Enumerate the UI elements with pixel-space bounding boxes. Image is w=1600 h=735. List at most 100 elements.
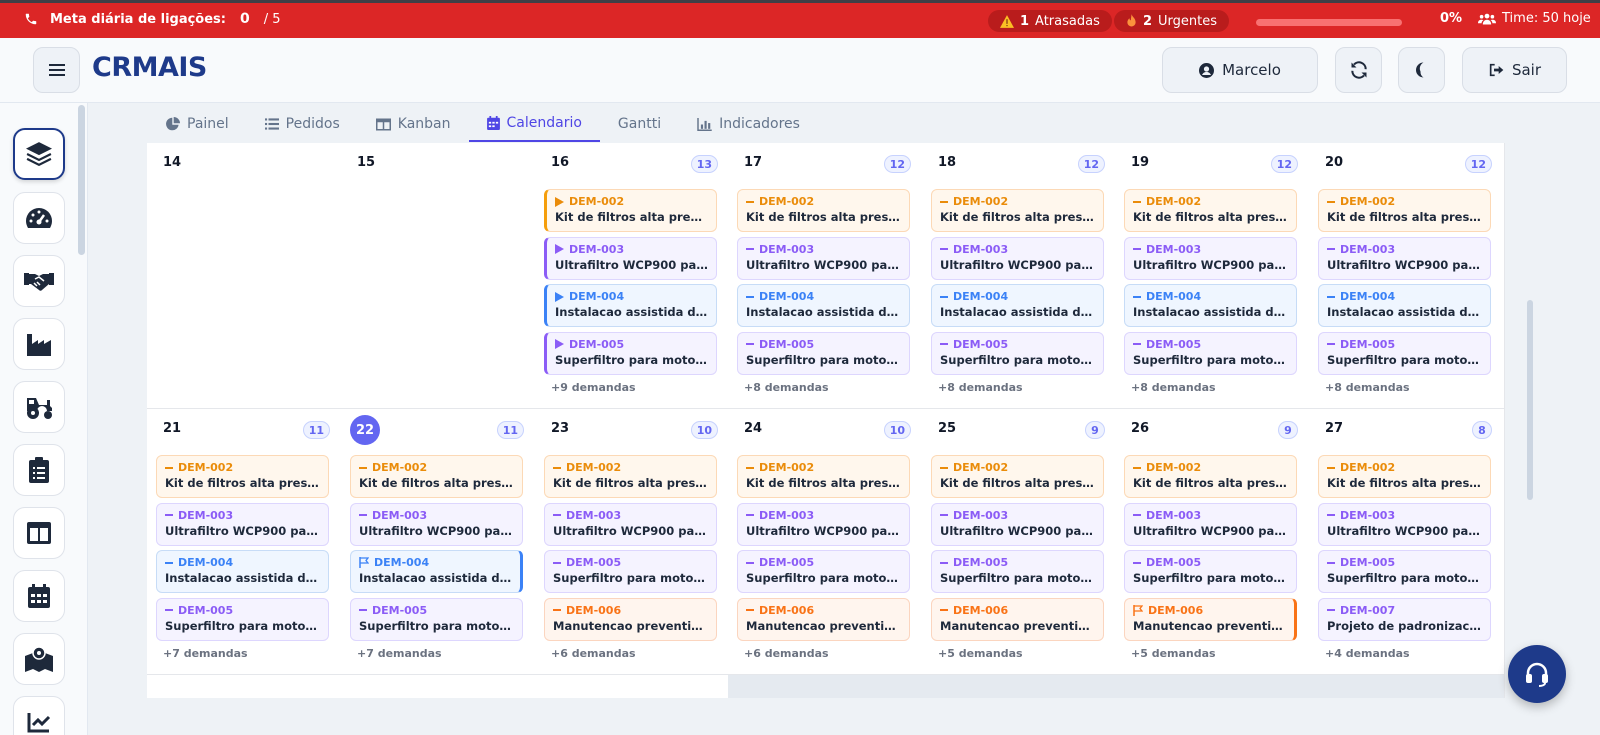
event-card[interactable]: DEM-006Manutencao preventiva em equipame… [737,597,910,641]
more-demands-link[interactable]: +7 demandas [357,647,442,660]
more-demands-link[interactable]: +7 demandas [163,647,248,660]
more-demands-link[interactable]: +5 demandas [938,647,1023,660]
event-card[interactable]: DEM-002 Kit de filtros alta pressao para … [156,455,329,498]
event-card[interactable]: DEM-002 Kit de filtros alta pressao para … [1318,189,1491,232]
sidebar-item-reports[interactable] [13,696,65,735]
calendar-day-cell[interactable]: 22 11 DEM-002 Kit de filtros alta pressao p… [341,409,537,675]
more-demands-link[interactable]: +8 demandas [744,381,829,394]
sidebar-item-calendar[interactable] [13,570,65,622]
event-card[interactable]: DEM-005Superfiltro para motores agricola… [1318,331,1491,375]
main-scrollbar[interactable] [1527,300,1533,500]
event-card[interactable]: DEM-005Superfiltro para motores agricola… [931,331,1104,375]
event-card[interactable]: DEM-003Ultrafiltro WCP900 para linha agr… [737,236,910,280]
event-card[interactable]: DEM-005Superfiltro para motores agricola… [544,331,717,375]
calendar-day-cell[interactable]: 14 [147,143,343,409]
urgent-badge[interactable]: 2 Urgentes [1114,10,1230,32]
logout-button[interactable]: Sair [1462,47,1567,93]
menu-toggle-button[interactable] [33,47,80,93]
event-card[interactable]: DEM-003Ultrafiltro WCP900 para linha agr… [544,502,717,546]
calendar-day-cell[interactable] [728,675,924,698]
event-card[interactable]: DEM-006Manutencao preventiva em equipame… [1124,597,1297,641]
sidebar-item-factory[interactable] [13,318,65,370]
calendar-day-cell[interactable] [535,675,731,698]
event-card[interactable]: DEM-003Ultrafiltro WCP900 para linha agr… [156,502,329,546]
tab-calendario[interactable]: Calendario [468,106,600,142]
calendar-day-cell[interactable]: 23 10 DEM-002 Kit de filtros alta pressao p… [535,409,731,675]
sidebar-scrollbar[interactable] [78,105,85,255]
calendar-day-cell[interactable]: 27 8 DEM-002 Kit de filtros alta pressao pa… [1309,409,1505,675]
event-card[interactable]: DEM-003Ultrafiltro WCP900 para linha agr… [931,502,1104,546]
tab-kanban[interactable]: Kanban [358,106,469,142]
event-card[interactable]: DEM-002 Kit de filtros alta pressao para … [737,189,910,232]
sidebar-item-layers[interactable] [13,128,65,180]
event-card[interactable]: DEM-004 Instalacao assistida de sistema [1124,284,1297,327]
more-demands-link[interactable]: +4 demandas [1325,647,1410,660]
more-demands-link[interactable]: +6 demandas [744,647,829,660]
sidebar-item-deals[interactable] [13,255,65,307]
event-card[interactable]: DEM-003Ultrafiltro WCP900 para linha agr… [737,502,910,546]
event-card[interactable]: DEM-005Superfiltro para motores agricola… [156,597,329,641]
sidebar-item-kanban[interactable] [13,507,65,559]
event-card[interactable]: DEM-004 Instalacao assistida de sistema [737,284,910,327]
event-card[interactable]: DEM-005Superfiltro para motores agricola… [1124,331,1297,375]
event-card[interactable]: DEM-003Ultrafiltro WCP900 para linha agr… [350,502,523,546]
calendar-day-cell[interactable]: 19 12 DEM-002 Kit de filtros alta pressao p… [1115,143,1311,409]
event-card[interactable]: DEM-006Manutencao preventiva em equipame… [931,597,1104,641]
support-chat-button[interactable] [1508,645,1566,703]
event-card[interactable]: DEM-004 Instalacao assistida de sistema [156,550,329,593]
refresh-button[interactable] [1335,47,1382,93]
event-card[interactable]: DEM-002 Kit de filtros alta pressao para … [544,455,717,498]
event-card[interactable]: DEM-002 Kit de filtros alta pressao para … [350,455,523,498]
more-demands-link[interactable]: +8 demandas [1131,381,1216,394]
event-card[interactable]: DEM-005Superfiltro para motores agricola… [1318,550,1491,593]
more-demands-link[interactable]: +8 demandas [938,381,1023,394]
event-card[interactable]: DEM-006Manutencao preventiva em equipame… [544,597,717,641]
calendar-day-cell[interactable]: 24 10 DEM-002 Kit de filtros alta pressao p… [728,409,924,675]
sidebar-item-map[interactable] [13,633,65,685]
event-card[interactable]: DEM-002 Kit de filtros alta pressao para … [1124,189,1297,232]
event-card[interactable]: DEM-002 Kit de filtros alta pressao para … [1318,455,1491,498]
event-card[interactable]: DEM-002 Kit de filtros alta pressao para … [1124,455,1297,498]
tab-indicadores[interactable]: Indicadores [679,106,818,142]
calendar-day-cell[interactable]: 15 [341,143,537,409]
calendar-day-cell[interactable] [922,675,1118,698]
more-demands-link[interactable]: +9 demandas [551,381,636,394]
event-card[interactable]: DEM-005Superfiltro para motores agricola… [737,550,910,593]
user-button[interactable]: Marcelo [1162,47,1318,93]
calendar-day-cell[interactable]: 20 12 DEM-002 Kit de filtros alta pressao p… [1309,143,1505,409]
calendar-day-cell[interactable]: 26 9 DEM-002 Kit de filtros alta pressao pa… [1115,409,1311,675]
calendar-day-cell[interactable]: 25 9 DEM-002 Kit de filtros alta pressao pa… [922,409,1118,675]
more-demands-link[interactable]: +6 demandas [551,647,636,660]
event-card[interactable]: DEM-003Ultrafiltro WCP900 para linha agr… [931,236,1104,280]
event-card[interactable]: DEM-005Superfiltro para motores agricola… [1124,550,1297,593]
event-card[interactable]: DEM-002 Kit de filtros alta pressao para … [544,189,717,232]
event-card[interactable]: DEM-002 Kit de filtros alta pressao para … [931,189,1104,232]
sidebar-item-dashboard[interactable] [13,192,65,244]
event-card[interactable]: DEM-002 Kit de filtros alta pressao para … [931,455,1104,498]
event-card[interactable]: DEM-004 Instalacao assistida de sistema [544,284,717,327]
late-badge[interactable]: 1 Atrasadas [988,10,1112,32]
tab-gantti[interactable]: Gantti [600,106,679,142]
tab-pedidos[interactable]: Pedidos [247,106,358,142]
calendar-day-cell[interactable]: 21 11 DEM-002 Kit de filtros alta pressao p… [147,409,343,675]
event-card[interactable]: DEM-003Ultrafiltro WCP900 para linha agr… [1124,236,1297,280]
event-card[interactable]: DEM-005Superfiltro para motores agricola… [350,597,523,641]
sidebar-item-clipboard[interactable] [13,444,65,496]
event-card[interactable]: DEM-004 Instalacao assistida de sistema [1318,284,1491,327]
calendar-day-cell[interactable]: 17 12 DEM-002 Kit de filtros alta pressao p… [728,143,924,409]
calendar-day-cell[interactable] [1309,675,1505,698]
event-card[interactable]: DEM-004 Instalacao assistida de sistema [931,284,1104,327]
event-card[interactable]: DEM-003Ultrafiltro WCP900 para linha agr… [1124,502,1297,546]
event-card[interactable]: DEM-005Superfiltro para motores agricola… [544,550,717,593]
calendar-day-cell[interactable]: 16 13 DEM-002 Kit de filtros alta pressao p… [535,143,731,409]
event-card[interactable]: DEM-003Ultrafiltro WCP900 para linha agr… [1318,236,1491,280]
event-card[interactable]: DEM-002 Kit de filtros alta pressao para … [737,455,910,498]
theme-toggle-button[interactable] [1398,47,1445,93]
event-card[interactable]: DEM-003Ultrafiltro WCP900 para linha agr… [544,236,717,280]
calendar-day-cell[interactable] [341,675,537,698]
calendar-day-cell[interactable] [1115,675,1311,698]
event-card[interactable]: DEM-007Projeto de padronizacao de filtro… [1318,597,1491,641]
event-card[interactable]: DEM-005Superfiltro para motores agricola… [931,550,1104,593]
app-logo[interactable]: CRMAIS [92,52,207,83]
event-card[interactable]: DEM-005Superfiltro para motores agricola… [737,331,910,375]
